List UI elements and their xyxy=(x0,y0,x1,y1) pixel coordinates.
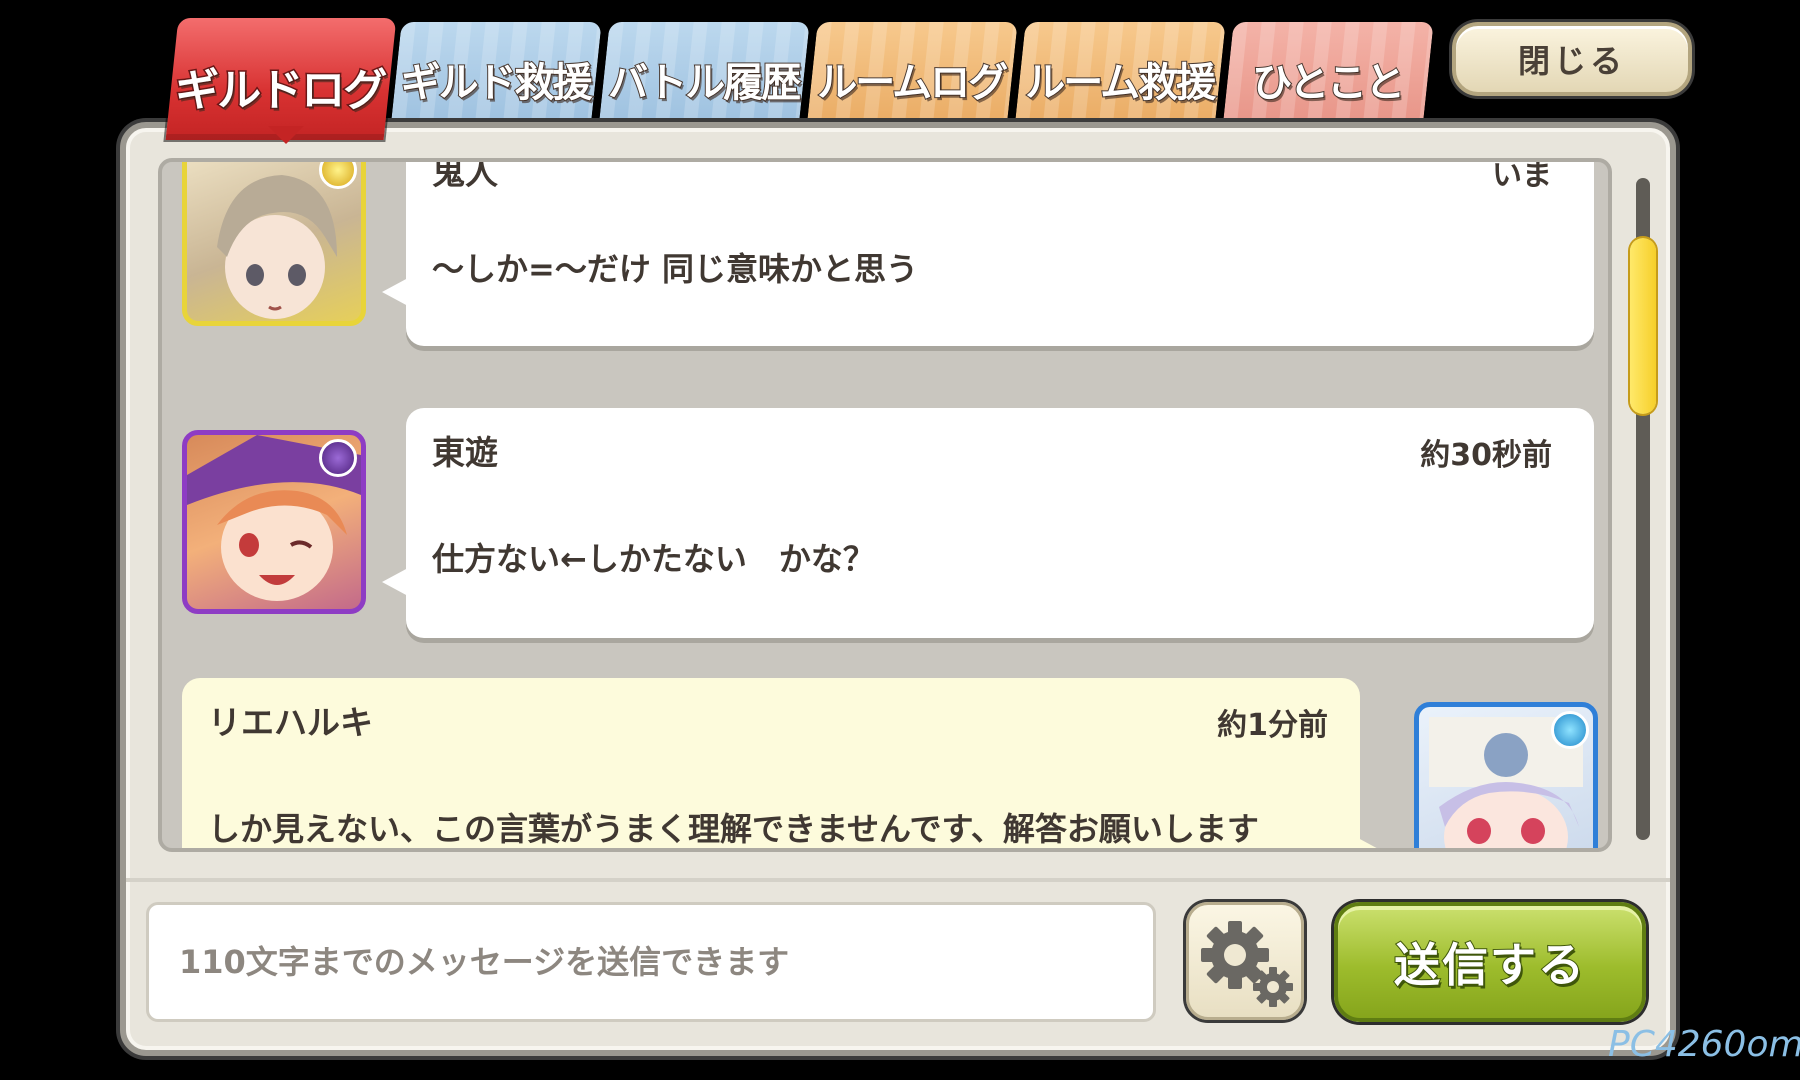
message-text: 仕方ない←しかたない かな？ xyxy=(432,540,875,578)
tab-label: ルーム救援 xyxy=(1024,59,1215,107)
guild-chat-screen: ギルドログ ギルド救援 バトル履歴 ルームログ ルーム救援 ひとこと 閉じる 鬼… xyxy=(0,0,1800,1080)
gear-icon xyxy=(1201,921,1293,1007)
message-input[interactable] xyxy=(146,902,1156,1022)
message-text: ～しか=～だけ 同じ意味かと思う xyxy=(432,250,918,288)
message-bubble: 鬼人 いま ～しか=～だけ 同じ意味かと思う xyxy=(382,158,1594,346)
scrollbar-thumb[interactable] xyxy=(1630,238,1656,414)
send-button[interactable]: 送信する xyxy=(1334,902,1646,1022)
tab-guild-log[interactable]: ギルドログ xyxy=(165,18,397,140)
moon-icon xyxy=(319,439,357,477)
tab-label: ギルドログ xyxy=(174,64,387,118)
avatar[interactable] xyxy=(1414,702,1598,848)
scrollbar-track[interactable] xyxy=(1630,178,1656,840)
tab-battle-history[interactable]: バトル履歴 xyxy=(598,22,810,130)
message-time: 約1分前 xyxy=(1217,708,1328,743)
bubble-tail xyxy=(382,568,408,596)
tab-label: ひとこと xyxy=(1251,59,1404,107)
tab-guild-rescue[interactable]: ギルド救援 xyxy=(390,22,602,130)
sender-name: 鬼人 xyxy=(432,158,498,192)
message-bubble: 東遊 約30秒前 仕方ない←しかたない かな？ xyxy=(382,408,1594,638)
divider xyxy=(126,878,1670,882)
sender-name: リエハルキ xyxy=(208,703,373,742)
chat-log[interactable]: 鬼人 いま ～しか=～だけ 同じ意味かと思う 東遊 約30秒前 仕方ない←しかた… xyxy=(158,158,1612,852)
message-time: いま xyxy=(1492,158,1552,193)
tab-label: バトル履歴 xyxy=(607,59,800,107)
message-bubble: リエハルキ 約1分前 しか見えない、この言葉がうまく理解できませんです、解答お願… xyxy=(182,678,1384,848)
bubble-tail xyxy=(1358,838,1384,848)
tab-room-rescue[interactable]: ルーム救援 xyxy=(1014,22,1226,130)
active-tab-pointer xyxy=(268,126,304,144)
tab-room-log[interactable]: ルームログ xyxy=(806,22,1018,130)
settings-button[interactable] xyxy=(1186,902,1304,1020)
tab-hitokoto[interactable]: ひとこと xyxy=(1222,22,1434,130)
message-time: 約30秒前 xyxy=(1420,438,1552,473)
avatar[interactable] xyxy=(182,430,366,614)
bubble-tail xyxy=(382,278,408,306)
watermark: PC4260om xyxy=(1608,1024,1800,1065)
tab-label: ルームログ xyxy=(816,59,1007,107)
avatar[interactable] xyxy=(182,162,366,326)
close-button[interactable]: 閉じる xyxy=(1452,22,1692,96)
water-icon xyxy=(1551,711,1589,749)
message-text: しか見えない、この言葉がうまく理解できませんです、解答お願いします xyxy=(208,810,1259,848)
tab-label: ギルド救援 xyxy=(400,59,592,107)
sender-name: 東遊 xyxy=(432,433,498,472)
